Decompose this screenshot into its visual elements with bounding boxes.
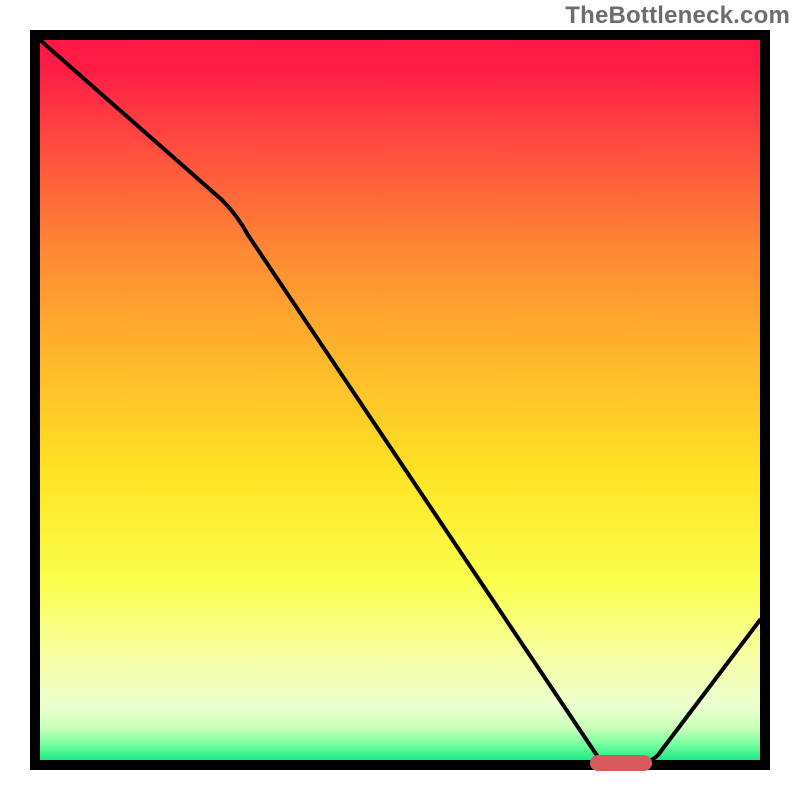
chart-stage: TheBottleneck.com [0,0,800,800]
plot-area [35,35,765,771]
chart-svg [0,0,800,800]
watermark-text: TheBottleneck.com [565,2,790,30]
optimum-marker [590,755,652,771]
gradient-background [35,35,765,765]
